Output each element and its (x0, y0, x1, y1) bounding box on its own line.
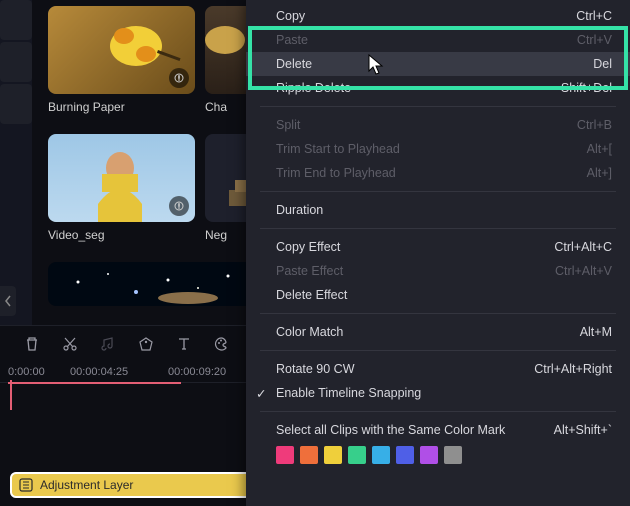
menu-item-label: Trim Start to Playhead (276, 142, 400, 156)
menu-item[interactable]: Delete Del (246, 52, 630, 76)
timecode: 0:00:00 (8, 366, 45, 378)
rail-category-1[interactable] (0, 0, 32, 40)
rail-category-2[interactable] (0, 42, 32, 82)
menu-item[interactable]: Copy Ctrl+C (246, 4, 630, 28)
color-swatch[interactable] (444, 446, 462, 464)
timecode: 00:00:09:20 (168, 366, 226, 378)
adjustment-layer-label: Adjustment Layer (40, 478, 133, 492)
menu-separator (260, 350, 616, 351)
timeline-underline (8, 382, 181, 384)
audio-icon (169, 196, 189, 216)
menu-separator (260, 313, 616, 314)
menu-item-shortcut: Alt+[ (587, 142, 612, 156)
menu-item-shortcut: Ctrl+B (577, 118, 612, 132)
media-item[interactable] (48, 262, 195, 306)
menu-separator (260, 411, 616, 412)
menu-item: Trim End to Playhead Alt+] (246, 161, 630, 185)
menu-item[interactable]: Ripple Delete Shift+Del (246, 76, 630, 100)
color-swatches (246, 442, 630, 474)
cut-icon[interactable] (60, 334, 80, 354)
menu-item[interactable]: Duration (246, 198, 630, 222)
menu-item[interactable]: Copy Effect Ctrl+Alt+C (246, 235, 630, 259)
menu-item[interactable]: Color Match Alt+M (246, 320, 630, 344)
menu-item[interactable]: ✓ Enable Timeline Snapping (246, 381, 630, 405)
menu-item-label: Copy (276, 9, 305, 23)
menu-item-shortcut: Ctrl+Alt+Right (534, 362, 612, 376)
menu-item[interactable]: Rotate 90 CW Ctrl+Alt+Right (246, 357, 630, 381)
menu-item-label: Split (276, 118, 300, 132)
color-swatch[interactable] (324, 446, 342, 464)
menu-separator (260, 106, 616, 107)
music-icon (98, 334, 118, 354)
menu-item-shortcut: Shift+Del (561, 81, 612, 95)
menu-item: Paste Effect Ctrl+Alt+V (246, 259, 630, 283)
timecode: 00:00:04:25 (70, 366, 128, 378)
delete-icon[interactable] (22, 334, 42, 354)
playhead[interactable] (10, 380, 12, 410)
menu-item-label: Trim End to Playhead (276, 166, 396, 180)
check-icon: ✓ (256, 386, 266, 401)
menu-item-shortcut: Alt+] (587, 166, 612, 180)
collapse-arrow-icon[interactable] (0, 286, 16, 316)
menu-item-label: Rotate 90 CW (276, 362, 355, 376)
menu-item: Paste Ctrl+V (246, 28, 630, 52)
media-item[interactable]: Video_seg (48, 134, 195, 242)
tag-icon[interactable] (136, 334, 156, 354)
menu-item-shortcut: Ctrl+Alt+V (555, 264, 612, 278)
menu-item-shortcut: Del (593, 57, 612, 71)
menu-item-label: Enable Timeline Snapping (276, 386, 421, 400)
media-label: Video_seg (48, 228, 195, 242)
media-item[interactable]: Burning Paper (48, 6, 195, 114)
text-icon[interactable] (174, 334, 194, 354)
menu-item-shortcut: Alt+M (580, 325, 612, 339)
menu-item-label: Paste (276, 33, 308, 47)
menu-item-shortcut: Ctrl+V (577, 33, 612, 47)
color-swatch[interactable] (300, 446, 318, 464)
color-swatch[interactable] (396, 446, 414, 464)
audio-icon (169, 68, 189, 88)
menu-item-label: Delete Effect (276, 288, 347, 302)
menu-item[interactable]: Select all Clips with the Same Color Mar… (246, 418, 630, 442)
adjustment-layer-icon (18, 477, 34, 493)
menu-separator (260, 191, 616, 192)
left-rail (0, 0, 32, 325)
color-swatch[interactable] (276, 446, 294, 464)
menu-item[interactable]: Delete Effect (246, 283, 630, 307)
menu-item-label: Ripple Delete (276, 81, 351, 95)
menu-item: Split Ctrl+B (246, 113, 630, 137)
menu-item-label: Duration (276, 203, 323, 217)
menu-item-label: Color Match (276, 325, 343, 339)
palette-icon[interactable] (212, 334, 232, 354)
menu-item-label: Delete (276, 57, 312, 71)
rail-category-3[interactable] (0, 84, 32, 124)
menu-item-label: Copy Effect (276, 240, 340, 254)
menu-separator (260, 228, 616, 229)
color-swatch[interactable] (420, 446, 438, 464)
context-menu: Copy Ctrl+C Paste Ctrl+V Delete Del Ripple Del… (246, 0, 630, 506)
menu-item: Trim Start to Playhead Alt+[ (246, 137, 630, 161)
menu-item-label: Paste Effect (276, 264, 343, 278)
adjustment-layer-clip[interactable]: Adjustment Layer (10, 472, 286, 498)
menu-item-shortcut: Alt+Shift+` (554, 423, 612, 437)
media-label: Burning Paper (48, 100, 195, 114)
color-swatch[interactable] (348, 446, 366, 464)
menu-item-label: Select all Clips with the Same Color Mar… (276, 423, 505, 437)
menu-item-shortcut: Ctrl+C (576, 9, 612, 23)
color-swatch[interactable] (372, 446, 390, 464)
menu-item-shortcut: Ctrl+Alt+C (554, 240, 612, 254)
